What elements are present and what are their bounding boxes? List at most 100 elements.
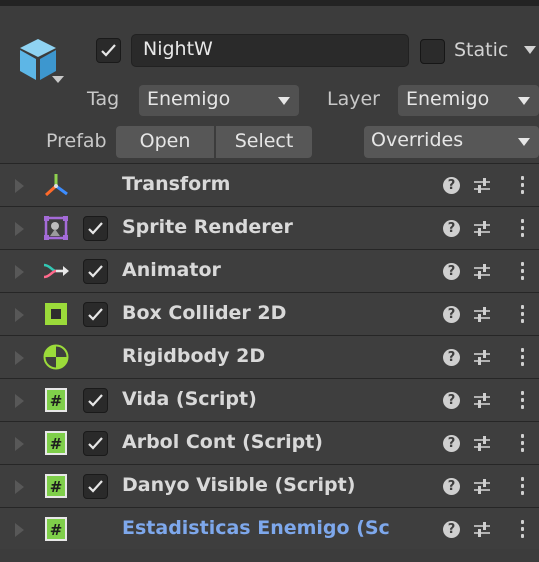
component-enabled-toggle[interactable]	[83, 259, 108, 284]
static-dropdown-arrow-icon[interactable]	[524, 46, 536, 54]
foldout-arrow-icon[interactable]	[15, 179, 24, 193]
transform-icon	[44, 174, 68, 197]
component-enabled-toggle[interactable]	[83, 474, 108, 499]
overrides-label: Overrides	[371, 129, 464, 151]
checkmark-icon	[101, 44, 116, 57]
foldout-arrow-icon[interactable]	[15, 480, 24, 494]
help-icon[interactable]: ?	[443, 349, 460, 366]
checkmark-icon	[88, 394, 103, 407]
component-list: Transform ? Sprite Renderer ? Animator ?…	[0, 163, 539, 549]
component-row-sprite-renderer[interactable]: Sprite Renderer ?	[0, 206, 539, 249]
tag-value: Enemigo	[147, 88, 231, 110]
animator-icon	[43, 263, 69, 279]
script-icon: #	[45, 474, 67, 498]
prefab-open-button[interactable]: Open	[116, 126, 214, 158]
presets-icon[interactable]	[473, 220, 491, 238]
rigidbody-icon	[43, 344, 69, 370]
presets-icon[interactable]	[473, 263, 491, 281]
component-row-box-collider-2d[interactable]: Box Collider 2D ?	[0, 292, 539, 335]
presets-icon[interactable]	[473, 521, 491, 539]
checkmark-icon	[88, 308, 103, 321]
box-collider-icon	[45, 303, 67, 325]
prefab-label: Prefab	[46, 130, 107, 152]
svg-text:#: #	[50, 435, 63, 453]
help-icon[interactable]: ?	[443, 392, 460, 409]
help-icon[interactable]: ?	[443, 435, 460, 452]
svg-text:#: #	[50, 478, 63, 496]
component-label: Box Collider 2D	[122, 302, 287, 324]
foldout-arrow-icon[interactable]	[15, 437, 24, 451]
component-row-vida-script[interactable]: # Vida (Script) ?	[0, 378, 539, 421]
component-label: Estadisticas Enemigo (Sc	[122, 517, 390, 539]
presets-icon[interactable]	[473, 349, 491, 367]
prefab-select-button[interactable]: Select	[216, 126, 312, 158]
layer-label: Layer	[327, 88, 380, 110]
script-icon: #	[45, 388, 67, 412]
more-options-icon[interactable]	[519, 262, 525, 282]
foldout-arrow-icon[interactable]	[15, 222, 24, 236]
component-row-transform[interactable]: Transform ?	[0, 163, 539, 206]
component-label: Rigidbody 2D	[122, 345, 266, 367]
foldout-arrow-icon[interactable]	[15, 523, 24, 537]
presets-icon[interactable]	[473, 478, 491, 496]
tag-label: Tag	[87, 88, 120, 110]
script-icon: #	[45, 517, 67, 541]
component-label: Transform	[122, 173, 231, 195]
script-icon: #	[45, 431, 67, 455]
more-options-icon[interactable]	[519, 176, 525, 196]
presets-icon[interactable]	[473, 306, 491, 324]
static-toggle[interactable]	[420, 39, 445, 64]
more-options-icon[interactable]	[519, 305, 525, 325]
component-row-arbol-cont-script[interactable]: # Arbol Cont (Script) ?	[0, 421, 539, 464]
component-row-estadisticas-enemigo-script[interactable]: # Estadisticas Enemigo (Sc ?	[0, 507, 539, 549]
more-options-icon[interactable]	[519, 391, 525, 411]
component-label: Arbol Cont (Script)	[122, 431, 323, 453]
help-icon[interactable]: ?	[443, 177, 460, 194]
layer-dropdown[interactable]: Enemigo	[398, 85, 539, 116]
overrides-dropdown[interactable]: Overrides	[364, 126, 539, 158]
presets-icon[interactable]	[473, 177, 491, 195]
name-field[interactable]: NightW	[131, 34, 409, 67]
more-options-icon[interactable]	[519, 434, 525, 454]
more-options-icon[interactable]	[519, 219, 525, 239]
chevron-down-icon	[518, 97, 530, 105]
help-icon[interactable]: ?	[443, 263, 460, 280]
checkmark-icon	[88, 265, 103, 278]
help-icon[interactable]: ?	[443, 306, 460, 323]
icon-dropdown-arrow-icon[interactable]	[52, 76, 64, 83]
active-toggle[interactable]	[96, 38, 121, 63]
checkmark-icon	[88, 222, 103, 235]
more-options-icon[interactable]	[519, 477, 525, 497]
component-enabled-toggle[interactable]	[83, 388, 108, 413]
more-options-icon[interactable]	[519, 348, 525, 368]
help-icon[interactable]: ?	[443, 521, 460, 538]
svg-text:#: #	[50, 392, 63, 410]
component-enabled-toggle[interactable]	[83, 302, 108, 327]
component-label: Vida (Script)	[122, 388, 257, 410]
component-row-danyo-visible-script[interactable]: # Danyo Visible (Script) ?	[0, 464, 539, 507]
foldout-arrow-icon[interactable]	[15, 394, 24, 408]
help-icon[interactable]: ?	[443, 478, 460, 495]
layer-value: Enemigo	[406, 88, 490, 110]
foldout-arrow-icon[interactable]	[15, 351, 24, 365]
tag-dropdown[interactable]: Enemigo	[139, 85, 299, 116]
presets-icon[interactable]	[473, 392, 491, 410]
help-icon[interactable]: ?	[443, 220, 460, 237]
checkmark-icon	[88, 437, 103, 450]
component-label: Sprite Renderer	[122, 216, 293, 238]
component-enabled-toggle[interactable]	[83, 216, 108, 241]
chevron-down-icon	[278, 97, 290, 105]
inspector-header: NightW Static Tag Enemigo Layer Enemigo …	[0, 6, 539, 163]
component-enabled-toggle[interactable]	[83, 431, 108, 456]
foldout-arrow-icon[interactable]	[15, 265, 24, 279]
component-row-rigidbody-2d[interactable]: Rigidbody 2D ?	[0, 335, 539, 378]
chevron-down-icon	[518, 138, 530, 146]
static-label[interactable]: Static	[454, 39, 508, 61]
foldout-arrow-icon[interactable]	[15, 308, 24, 322]
more-options-icon[interactable]	[519, 520, 525, 540]
presets-icon[interactable]	[473, 435, 491, 453]
sprite-renderer-icon	[44, 216, 68, 240]
component-row-animator[interactable]: Animator ?	[0, 249, 539, 292]
component-label: Danyo Visible (Script)	[122, 474, 356, 496]
component-label: Animator	[122, 259, 221, 281]
